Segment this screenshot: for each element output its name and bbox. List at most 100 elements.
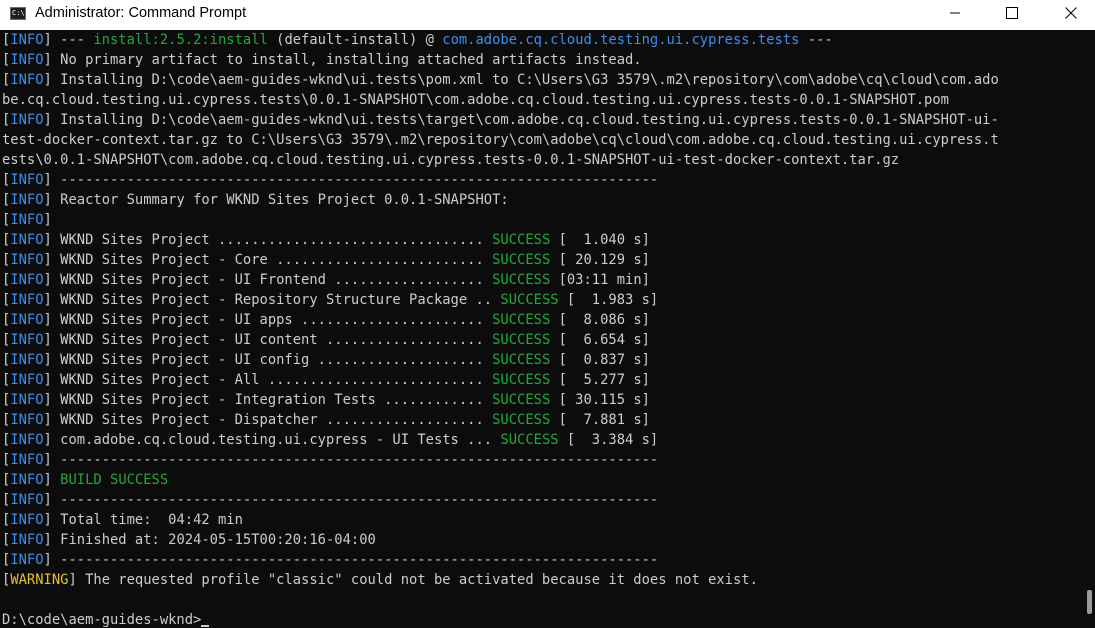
console-line: [INFO] WKND Sites Project - UI Frontend … bbox=[2, 270, 1082, 290]
console-text: ] Installing D:\code\aem-guides-wknd\ui.… bbox=[43, 112, 999, 128]
console-line: test-docker-context.tar.gz to C:\Users\G… bbox=[2, 130, 1082, 150]
console-text: ] --------------------------------------… bbox=[43, 452, 659, 468]
console-line: [INFO] ---------------------------------… bbox=[2, 490, 1082, 510]
console-text: INFO bbox=[10, 272, 44, 288]
console-text: INFO bbox=[10, 332, 44, 348]
minimize-button[interactable] bbox=[927, 0, 983, 26]
minimize-icon bbox=[950, 12, 960, 14]
console-text: INFO bbox=[10, 212, 44, 228]
console-line: [INFO] BUILD SUCCESS bbox=[2, 470, 1082, 490]
console-text: BUILD SUCCESS bbox=[60, 472, 169, 488]
console-line: [INFO] WKND Sites Project ..............… bbox=[2, 230, 1082, 250]
console-line: [INFO] WKND Sites Project - UI content .… bbox=[2, 330, 1082, 350]
console-text: INFO bbox=[10, 192, 44, 208]
console-line: [INFO] WKND Sites Project - Integration … bbox=[2, 390, 1082, 410]
console-text: [ 8.086 s] bbox=[550, 312, 650, 328]
console-text: WARNING bbox=[10, 572, 69, 588]
console-text: ] WKND Sites Project - UI Frontend .....… bbox=[43, 272, 493, 288]
console-text: [ 5.277 s] bbox=[550, 372, 650, 388]
console-line: [INFO] com.adobe.cq.cloud.testing.ui.cyp… bbox=[2, 430, 1082, 450]
console-line: [INFO] Installing D:\code\aem-guides-wkn… bbox=[2, 110, 1082, 130]
console-text: INFO bbox=[10, 532, 44, 548]
console-text: [ 1.040 s] bbox=[550, 232, 650, 248]
prompt-line[interactable]: D:\code\aem-guides-wknd> bbox=[2, 610, 1082, 628]
console-text: SUCCESS bbox=[500, 432, 559, 448]
console-line: [INFO] WKND Sites Project - All ........… bbox=[2, 370, 1082, 390]
close-button[interactable] bbox=[1043, 0, 1095, 26]
console-line: [INFO] WKND Sites Project - Dispatcher .… bbox=[2, 410, 1082, 430]
console-line: [INFO] bbox=[2, 210, 1082, 230]
maximize-icon bbox=[1006, 7, 1018, 19]
console-text: ] --------------------------------------… bbox=[43, 552, 659, 568]
vertical-scrollbar[interactable] bbox=[1082, 30, 1095, 628]
console-text: INFO bbox=[10, 32, 44, 48]
console-text: ] WKND Sites Project - Core ............… bbox=[43, 252, 493, 268]
console-line: [INFO] No primary artifact to install, i… bbox=[2, 50, 1082, 70]
console-line: ests\0.0.1-SNAPSHOT\com.adobe.cq.cloud.t… bbox=[2, 150, 1082, 170]
console-text: [03:11 min] bbox=[550, 272, 650, 288]
console-text: SUCCESS bbox=[492, 232, 551, 248]
console-text: ests\0.0.1-SNAPSHOT\com.adobe.cq.cloud.t… bbox=[2, 152, 900, 168]
console-text: ] The requested profile "classic" could … bbox=[68, 572, 758, 588]
console-text: --- bbox=[799, 32, 833, 48]
console-text: (default-install) @ bbox=[267, 32, 443, 48]
console-line: [INFO] Finished at: 2024-05-15T00:20:16-… bbox=[2, 530, 1082, 550]
console-text: ] Reactor Summary for WKND Sites Project… bbox=[43, 192, 509, 208]
console-text: ] WKND Sites Project - Repository Struct… bbox=[43, 292, 501, 308]
console-line: [INFO] ---------------------------------… bbox=[2, 450, 1082, 470]
console-text: [ 30.115 s] bbox=[550, 392, 650, 408]
console-line: [INFO] WKND Sites Project - Core .......… bbox=[2, 250, 1082, 270]
console-line: [INFO] ---------------------------------… bbox=[2, 170, 1082, 190]
console-text: ] Installing D:\code\aem-guides-wknd\ui.… bbox=[43, 72, 999, 88]
console-text: INFO bbox=[10, 112, 44, 128]
console-text: ] --------------------------------------… bbox=[43, 172, 659, 188]
console-line: [INFO] WKND Sites Project - UI config ..… bbox=[2, 350, 1082, 370]
console-text: ] Finished at: 2024-05-15T00:20:16-04:00 bbox=[43, 532, 376, 548]
console-text: INFO bbox=[10, 552, 44, 568]
console-text: INFO bbox=[10, 472, 44, 488]
console-line: [INFO] Installing D:\code\aem-guides-wkn… bbox=[2, 70, 1082, 90]
console-text: INFO bbox=[10, 232, 44, 248]
console-text: ] WKND Sites Project - All .............… bbox=[43, 372, 493, 388]
console-text: ] WKND Sites Project - Dispatcher ......… bbox=[43, 412, 493, 428]
maximize-button[interactable] bbox=[984, 0, 1040, 26]
console-text: ] --- bbox=[43, 32, 94, 48]
console-line: [INFO] --- install:2.5.2:install (defaul… bbox=[2, 30, 1082, 50]
console-text: ] WKND Sites Project - UI content ......… bbox=[43, 332, 493, 348]
console-text: ] com.adobe.cq.cloud.testing.ui.cypress … bbox=[43, 432, 501, 448]
console-text: com.adobe.cq.cloud.testing.ui.cypress.te… bbox=[442, 32, 800, 48]
console-text: ] WKND Sites Project - UI config .......… bbox=[43, 352, 493, 368]
console-text: SUCCESS bbox=[492, 372, 551, 388]
console-text: install:2.5.2:install bbox=[93, 32, 268, 48]
console-line: [INFO] WKND Sites Project - Repository S… bbox=[2, 290, 1082, 310]
console-text: INFO bbox=[10, 412, 44, 428]
console-text: INFO bbox=[10, 392, 44, 408]
console-text: SUCCESS bbox=[492, 392, 551, 408]
console-text: INFO bbox=[10, 432, 44, 448]
console-text: [ 20.129 s] bbox=[550, 252, 650, 268]
console-text: SUCCESS bbox=[492, 412, 551, 428]
scrollbar-thumb[interactable] bbox=[1087, 590, 1092, 614]
console-text: ] bbox=[43, 472, 61, 488]
console-text: ] WKND Sites Project ...................… bbox=[43, 232, 493, 248]
console-text: INFO bbox=[10, 292, 44, 308]
console-text: SUCCESS bbox=[492, 272, 551, 288]
cursor-caret bbox=[201, 625, 210, 627]
prompt-text: D:\code\aem-guides-wknd> bbox=[2, 612, 202, 628]
title-bar[interactable]: C:\. Administrator: Command Prompt bbox=[0, 0, 1095, 30]
console-text: INFO bbox=[10, 512, 44, 528]
command-prompt-icon: C:\. bbox=[10, 7, 29, 20]
console-output[interactable]: [INFO] --- install:2.5.2:install (defaul… bbox=[0, 30, 1082, 628]
console-text: INFO bbox=[10, 352, 44, 368]
console-text: SUCCESS bbox=[492, 352, 551, 368]
console-line: be.cq.cloud.testing.ui.cypress.tests\0.0… bbox=[2, 90, 1082, 110]
console-line: [INFO] Reactor Summary for WKND Sites Pr… bbox=[2, 190, 1082, 210]
console-line: [INFO] ---------------------------------… bbox=[2, 550, 1082, 570]
console-text: test-docker-context.tar.gz to C:\Users\G… bbox=[2, 132, 999, 148]
console-text: ] --------------------------------------… bbox=[43, 492, 659, 508]
console-line: [INFO] Total time: 04:42 min bbox=[2, 510, 1082, 530]
console-text: INFO bbox=[10, 52, 44, 68]
console-text: INFO bbox=[10, 372, 44, 388]
console-text: INFO bbox=[10, 492, 44, 508]
